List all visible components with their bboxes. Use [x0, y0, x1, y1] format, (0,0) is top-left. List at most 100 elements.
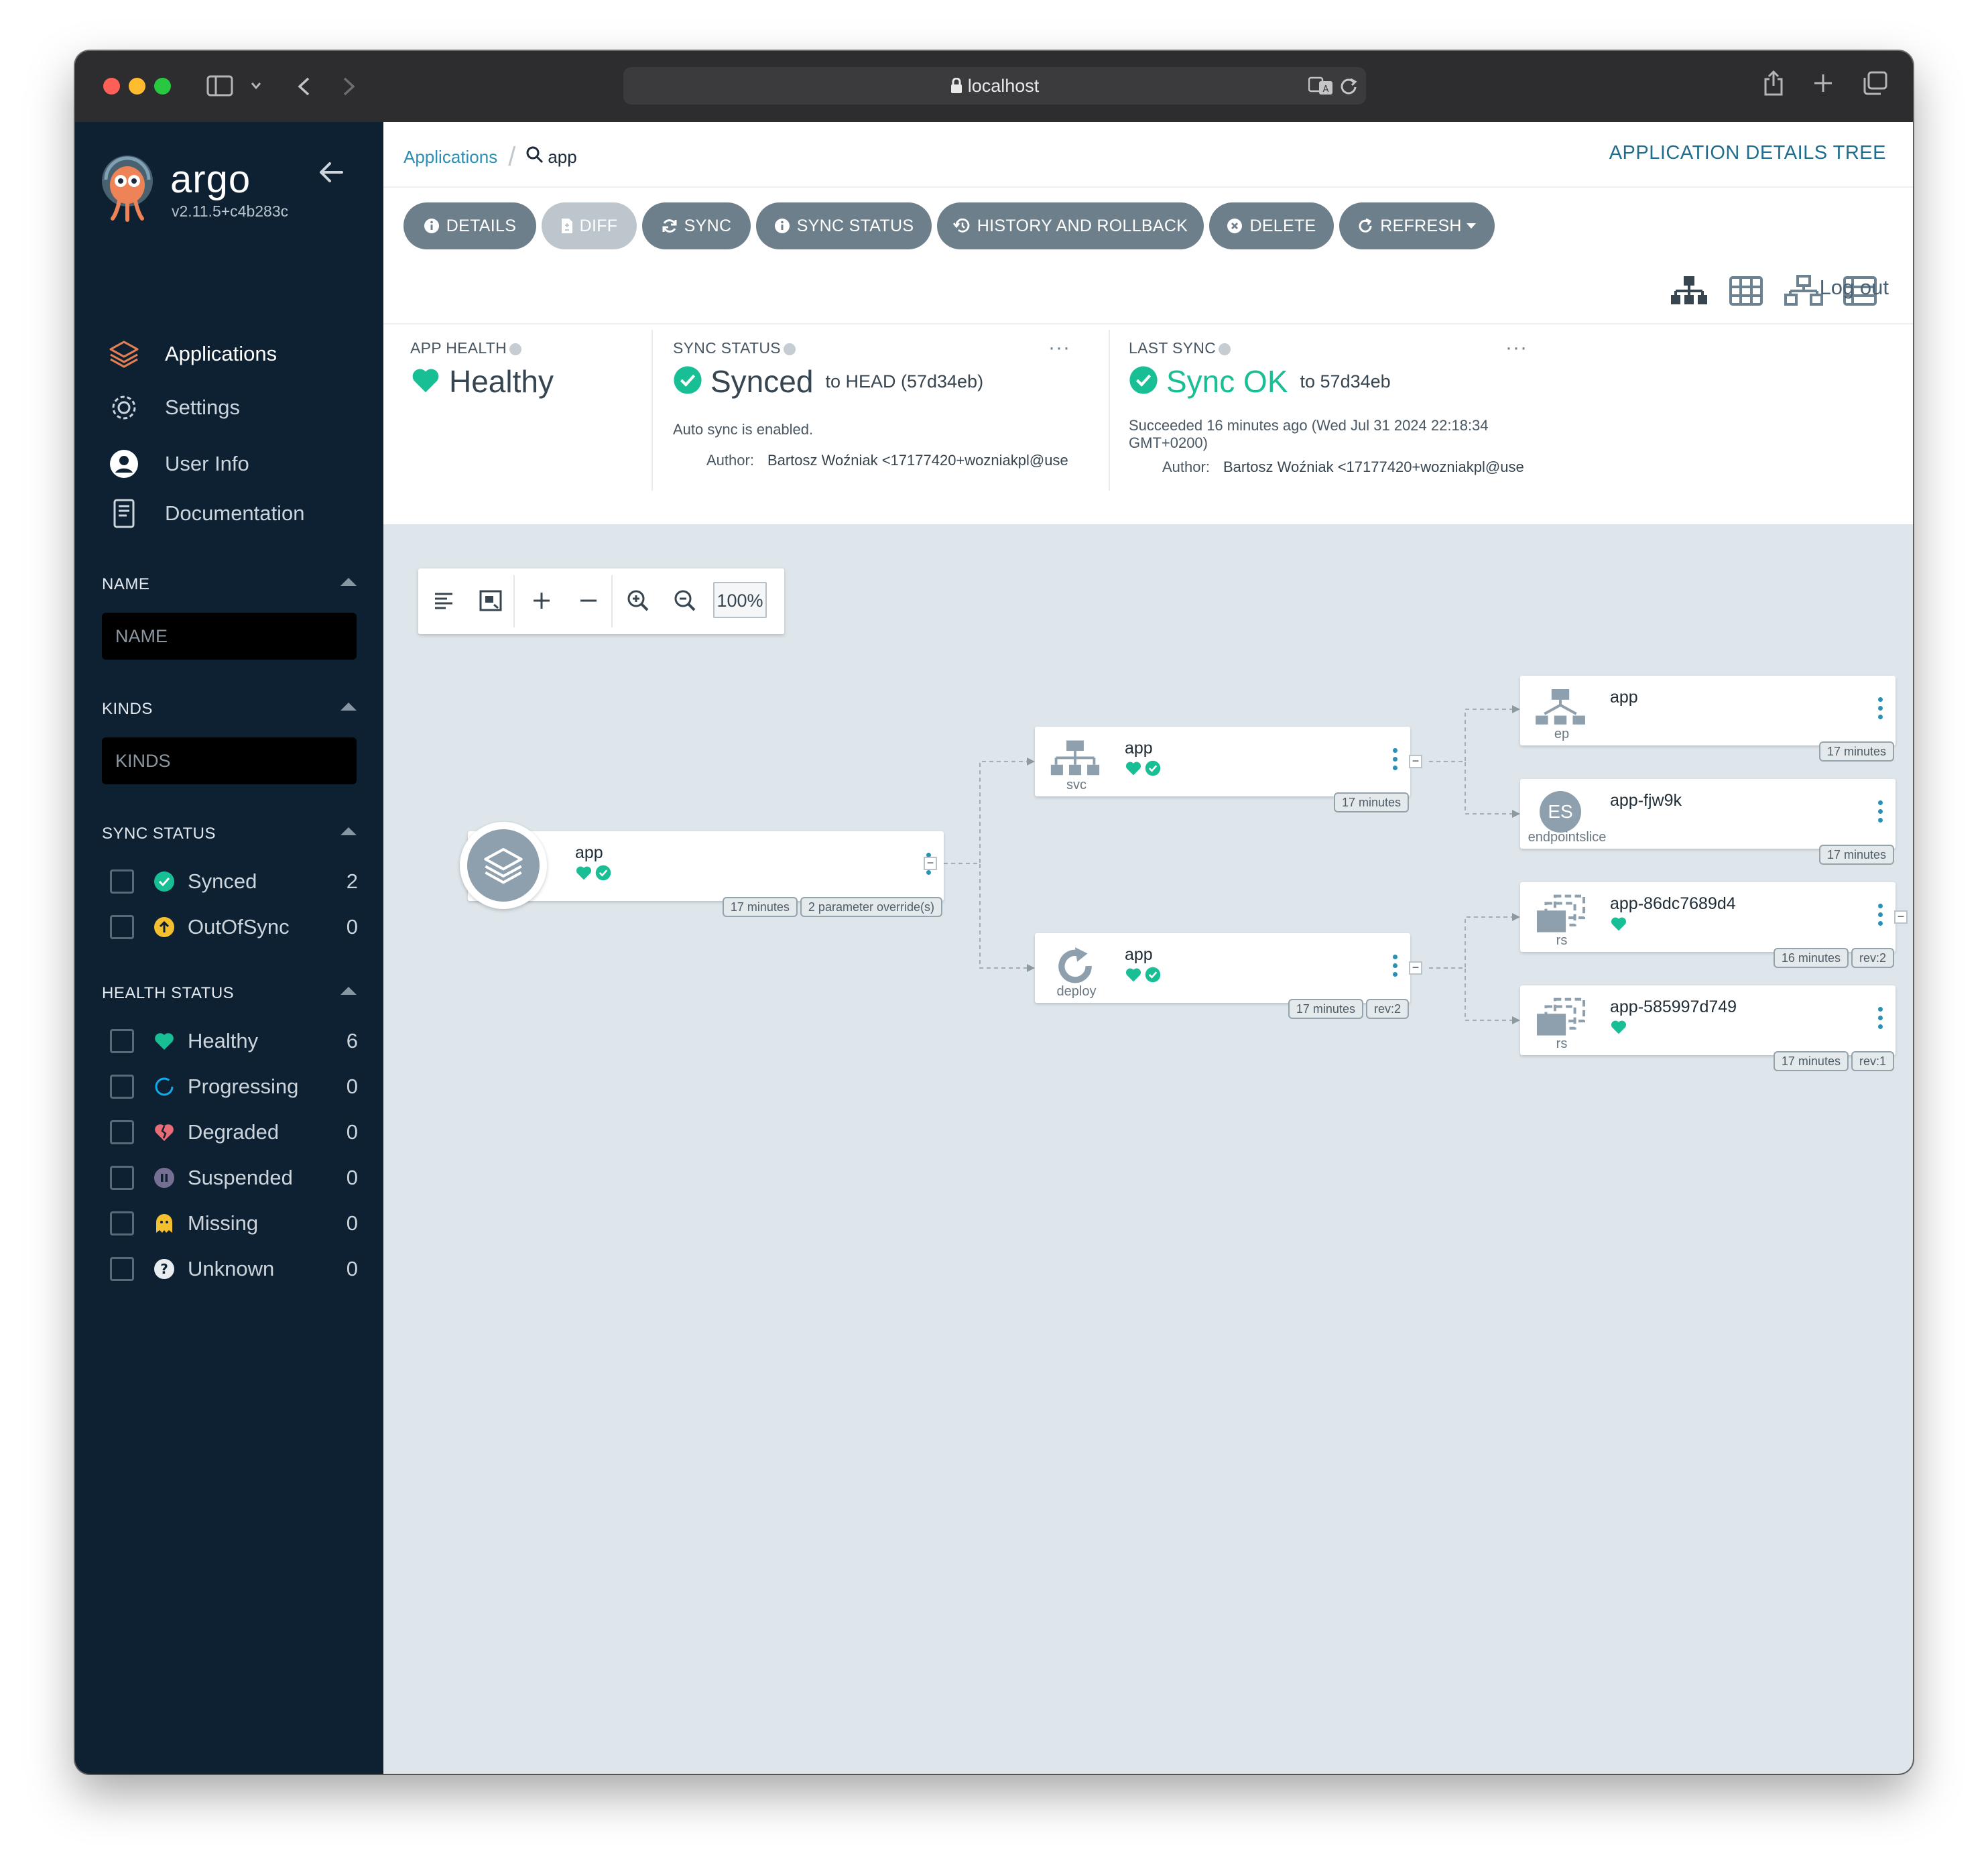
caret-up-icon: [340, 703, 357, 711]
checkbox[interactable]: [110, 1257, 134, 1281]
node-menu-icon[interactable]: [1393, 955, 1398, 979]
layers-icon: [107, 337, 141, 371]
forward-icon[interactable]: [342, 76, 357, 97]
health-status-heading[interactable]: HEALTH STATUS: [102, 984, 357, 1003]
collapse-sidebar-icon[interactable]: [318, 161, 345, 184]
node-collapse-toggle[interactable]: −: [1894, 910, 1908, 924]
node-age-tag: 17 minutes: [1333, 792, 1409, 812]
caret-up-icon: [340, 578, 357, 586]
filter-unknown[interactable]: ? Unknown 0: [110, 1252, 358, 1286]
node-age-tag: 17 minutes: [1773, 1051, 1849, 1071]
nav-user-info[interactable]: User Info: [107, 445, 362, 483]
nav-settings-label: Settings: [165, 396, 241, 419]
spinner-icon: [153, 1075, 176, 1098]
argo-logo-icon: [102, 156, 153, 222]
checkbox[interactable]: [110, 1166, 134, 1190]
node-tags: 17 minutes rev:1: [1771, 1051, 1894, 1071]
filter-progressing[interactable]: Progressing 0: [110, 1070, 358, 1103]
new-tab-icon[interactable]: [1812, 72, 1834, 94]
node-kind: ep: [1554, 727, 1570, 741]
node-menu-icon[interactable]: [1878, 800, 1883, 825]
heart-icon: [153, 1030, 176, 1052]
node-name: app-86dc7689d4: [1610, 894, 1736, 913]
node-collapse-toggle[interactable]: −: [1409, 755, 1422, 768]
brand-version: v2.11.5+c4b283c: [172, 202, 289, 220]
heart-icon: [1125, 760, 1142, 780]
checkbox[interactable]: [110, 1120, 134, 1144]
node-name: app: [575, 843, 603, 862]
share-icon[interactable]: [1763, 70, 1784, 97]
node-collapse-toggle[interactable]: −: [1409, 961, 1422, 975]
synced-check-icon: [153, 870, 176, 893]
graph-node-endpointslice[interactable]: ES endpointslice app-fjw9k 17 minutes: [1520, 779, 1896, 865]
kinds-filter-input[interactable]: [102, 737, 357, 784]
book-icon: [107, 497, 141, 530]
replicaset-icon: [1534, 996, 1587, 1040]
filter-suspended[interactable]: Suspended 0: [110, 1161, 358, 1195]
node-kind: endpointslice: [1528, 830, 1607, 845]
node-age-tag: 17 minutes: [1818, 741, 1894, 762]
close-window-button[interactable]: [103, 78, 120, 95]
address-bar[interactable]: localhost A: [623, 67, 1366, 105]
graph-node-replicaset[interactable]: rs app-86dc7689d4 16 minutes rev:2: [1520, 882, 1896, 968]
node-kind: rs: [1556, 1036, 1568, 1051]
filter-missing[interactable]: Missing 0: [110, 1207, 358, 1240]
filter-label: Synced: [188, 869, 257, 893]
checkbox[interactable]: [110, 915, 134, 939]
chevron-down-icon[interactable]: [251, 82, 261, 90]
sync-status-heading[interactable]: SYNC STATUS: [102, 825, 357, 843]
filter-healthy[interactable]: Healthy 6: [110, 1024, 358, 1058]
node-param-tag: 2 parameter override(s): [800, 897, 942, 917]
zoom-window-button[interactable]: [154, 78, 171, 95]
node-menu-icon[interactable]: [1878, 904, 1883, 928]
synced-check-icon: [1145, 760, 1161, 780]
sidebar-toggle-icon[interactable]: [206, 75, 233, 97]
node-age-tag: 17 minutes: [1288, 999, 1363, 1019]
checkbox[interactable]: [110, 1075, 134, 1099]
node-status: [575, 865, 611, 884]
filter-outofsync[interactable]: OutOfSync 0: [110, 910, 358, 944]
node-status: [1125, 760, 1161, 780]
back-icon[interactable]: [296, 76, 311, 97]
node-tags: 16 minutes rev:2: [1771, 948, 1894, 968]
browser-titlebar: localhost A: [75, 51, 1913, 122]
broken-heart-icon: [153, 1121, 176, 1144]
nav-user-info-label: User Info: [165, 452, 249, 475]
service-icon: [1048, 737, 1102, 782]
url-text: localhost: [967, 76, 1040, 96]
nav-applications[interactable]: Applications: [107, 335, 362, 373]
filter-label: Progressing: [188, 1075, 299, 1098]
node-menu-icon[interactable]: [1393, 748, 1398, 772]
filter-synced[interactable]: Synced 2: [110, 865, 358, 898]
node-menu-icon[interactable]: [1878, 697, 1883, 721]
nav-documentation[interactable]: Documentation: [107, 495, 362, 532]
heart-icon: [1610, 916, 1627, 935]
main-content: Applications / app APPLICATION DETAILS T…: [383, 122, 1913, 1774]
filter-count: 0: [346, 1257, 358, 1280]
minimize-window-button[interactable]: [129, 78, 145, 95]
name-filter-heading[interactable]: NAME: [102, 575, 357, 594]
graph-node-deployment[interactable]: deploy app 17 minutes rev:2: [1035, 933, 1410, 1019]
filter-label: Suspended: [188, 1166, 293, 1189]
filter-degraded[interactable]: Degraded 0: [110, 1115, 358, 1149]
graph-node-replicaset[interactable]: rs app-585997d749 17 minutes rev:1: [1520, 985, 1896, 1071]
graph-node-endpoints[interactable]: ep app 17 minutes: [1520, 676, 1896, 762]
graph-node-service[interactable]: svc app 17 minutes: [1035, 727, 1410, 812]
tabs-overview-icon[interactable]: [1862, 71, 1887, 95]
translate-icon[interactable]: A: [1308, 76, 1334, 95]
application-icon[interactable]: [460, 822, 547, 909]
reload-icon[interactable]: [1339, 76, 1358, 95]
nav-settings[interactable]: Settings: [107, 389, 362, 426]
checkbox[interactable]: [110, 869, 134, 894]
checkbox[interactable]: [110, 1029, 134, 1053]
node-collapse-toggle[interactable]: −: [924, 857, 937, 870]
name-filter-heading-text: NAME: [102, 575, 150, 593]
filter-count: 0: [346, 915, 358, 939]
filter-count: 0: [346, 1211, 358, 1235]
node-menu-icon[interactable]: [1878, 1007, 1883, 1031]
checkbox[interactable]: [110, 1211, 134, 1235]
nav-applications-label: Applications: [165, 342, 277, 365]
sync-status-heading-text: SYNC STATUS: [102, 825, 216, 843]
name-filter-input[interactable]: [102, 613, 357, 660]
kinds-filter-heading[interactable]: KINDS: [102, 700, 357, 719]
